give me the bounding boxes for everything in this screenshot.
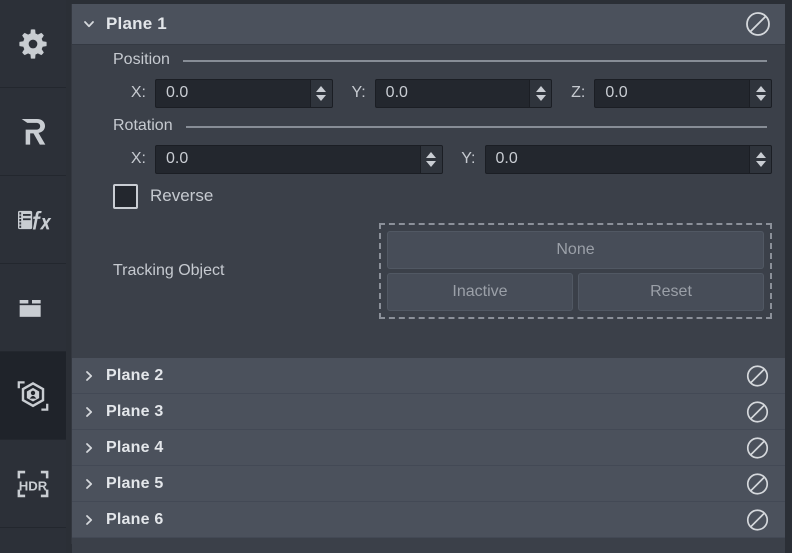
- position-label: Position: [113, 51, 170, 68]
- panel-area: Plane 1 Position X: 0.0 Y: 0.0 Z: 0.0 Ro…: [66, 0, 792, 553]
- planes-panel: Plane 1 Position X: 0.0 Y: 0.0 Z: 0.0 Ro…: [71, 4, 785, 553]
- position-y-label: Y:: [351, 84, 366, 101]
- reverse-label: Reverse: [150, 186, 214, 205]
- plane-title: Plane 5: [106, 474, 164, 492]
- rotation-y-value[interactable]: 0.0: [486, 146, 750, 173]
- rotation-x-input[interactable]: 0.0: [155, 144, 443, 174]
- fx-icon: [13, 200, 53, 240]
- r-logo-icon: [13, 112, 53, 152]
- panel-right-edge: [785, 0, 792, 553]
- stepper-up-icon[interactable]: [755, 151, 766, 158]
- position-divider: [182, 60, 767, 62]
- chevron-right-icon[interactable]: [72, 369, 106, 383]
- clipping-planes-panel: HDR Plane 1 Position X: 0.0 Y: 0.0 Z: 0.…: [0, 0, 792, 553]
- position-x-label: X:: [130, 84, 146, 101]
- sidebar-item-extra[interactable]: [0, 528, 66, 553]
- stepper-up-icon[interactable]: [535, 85, 546, 92]
- position-x-input[interactable]: 0.0: [155, 78, 333, 108]
- stepper-down-icon[interactable]: [755, 94, 766, 101]
- position-x-value[interactable]: 0.0: [156, 80, 310, 107]
- collapsed-plane-list: Plane 2 Plane 3 Plane 4 Plane 5 Plane 6: [72, 358, 785, 553]
- tracking-reset-button[interactable]: Reset: [578, 272, 764, 311]
- plane-row[interactable]: Plane 6: [72, 502, 785, 538]
- tracking-object-slot[interactable]: None: [387, 230, 764, 269]
- rotation-y-input[interactable]: 0.0: [484, 144, 772, 174]
- stepper-down-icon[interactable]: [535, 94, 546, 101]
- rotation-x-value[interactable]: 0.0: [156, 146, 420, 173]
- tracking-object-label: Tracking Object: [113, 261, 225, 279]
- prohibition-icon[interactable]: [746, 508, 769, 531]
- rotation-y-stepper[interactable]: [749, 145, 771, 173]
- plane-body: Position X: 0.0 Y: 0.0 Z: 0.0 Rotation X…: [72, 45, 785, 358]
- plane-row[interactable]: Plane 5: [72, 466, 785, 502]
- position-y-value[interactable]: 0.0: [376, 80, 530, 107]
- chevron-right-icon[interactable]: [72, 477, 106, 491]
- position-x-stepper[interactable]: [309, 79, 332, 107]
- stepper-down-icon[interactable]: [316, 94, 327, 101]
- rotation-x-label: X:: [130, 150, 146, 167]
- prohibition-icon[interactable]: [746, 400, 769, 423]
- position-z-input[interactable]: 0.0: [594, 78, 773, 108]
- chevron-down-icon[interactable]: [72, 17, 106, 31]
- camera-icon: [13, 288, 53, 328]
- plane-row[interactable]: Plane 2: [72, 358, 785, 394]
- position-group-header: Position: [72, 45, 785, 75]
- stepper-down-icon[interactable]: [426, 160, 436, 167]
- plane-title: Plane 6: [106, 510, 164, 528]
- sidebar-item-settings[interactable]: [0, 0, 66, 88]
- sidebar-item-camera[interactable]: [0, 264, 66, 352]
- object-cube-icon: [12, 375, 54, 417]
- position-y-input[interactable]: 0.0: [374, 78, 553, 108]
- plane-title: Plane 4: [106, 438, 164, 456]
- svg-text:HDR: HDR: [19, 478, 48, 493]
- tracking-object-dropzone[interactable]: None Inactive Reset: [379, 222, 772, 319]
- reverse-checkbox[interactable]: [113, 183, 138, 209]
- plane-header-active[interactable]: Plane 1: [72, 4, 785, 45]
- hdr-icon: HDR: [11, 462, 55, 506]
- tracking-object-row: Tracking Object None Inactive Reset: [72, 215, 785, 320]
- chevron-right-icon[interactable]: [72, 441, 106, 455]
- sidebar-item-hdr[interactable]: HDR: [0, 440, 66, 528]
- reverse-row: Reverse: [72, 177, 785, 215]
- rotation-divider: [185, 126, 767, 128]
- position-y-stepper[interactable]: [529, 79, 552, 107]
- left-icon-rail: HDR: [0, 0, 66, 553]
- rotation-group-header: Rotation: [72, 111, 785, 141]
- sidebar-item-clipping[interactable]: [0, 352, 66, 440]
- prohibition-icon[interactable]: [746, 364, 769, 387]
- prohibition-icon[interactable]: [746, 436, 769, 459]
- stepper-up-icon[interactable]: [755, 85, 766, 92]
- position-z-label: Z:: [571, 84, 586, 101]
- stepper-down-icon[interactable]: [755, 160, 766, 167]
- plane-row[interactable]: Plane 4: [72, 430, 785, 466]
- gear-icon: [13, 24, 53, 64]
- tracking-inactive-button[interactable]: Inactive: [387, 272, 573, 311]
- rotation-fields: X: 0.0 Y: 0.0: [72, 141, 785, 177]
- rotation-y-label: Y:: [461, 150, 476, 167]
- plane-title: Plane 3: [106, 402, 164, 420]
- prohibition-icon[interactable]: [745, 11, 771, 37]
- chevron-right-icon[interactable]: [72, 405, 106, 419]
- plane-title: Plane 2: [106, 366, 164, 384]
- stepper-up-icon[interactable]: [426, 151, 436, 158]
- stepper-up-icon[interactable]: [316, 85, 327, 92]
- panel-bottom-padding: [72, 538, 785, 553]
- prohibition-icon[interactable]: [746, 472, 769, 495]
- position-z-value[interactable]: 0.0: [595, 80, 749, 107]
- rotation-label: Rotation: [113, 117, 173, 134]
- position-z-stepper[interactable]: [749, 79, 772, 107]
- plane-row[interactable]: Plane 3: [72, 394, 785, 430]
- plane-title: Plane 1: [106, 14, 167, 33]
- position-fields: X: 0.0 Y: 0.0 Z: 0.0: [72, 75, 785, 111]
- sidebar-item-redshift[interactable]: [0, 88, 66, 176]
- rotation-x-stepper[interactable]: [419, 145, 442, 173]
- sidebar-item-effects[interactable]: [0, 176, 66, 264]
- chevron-right-icon[interactable]: [72, 513, 106, 527]
